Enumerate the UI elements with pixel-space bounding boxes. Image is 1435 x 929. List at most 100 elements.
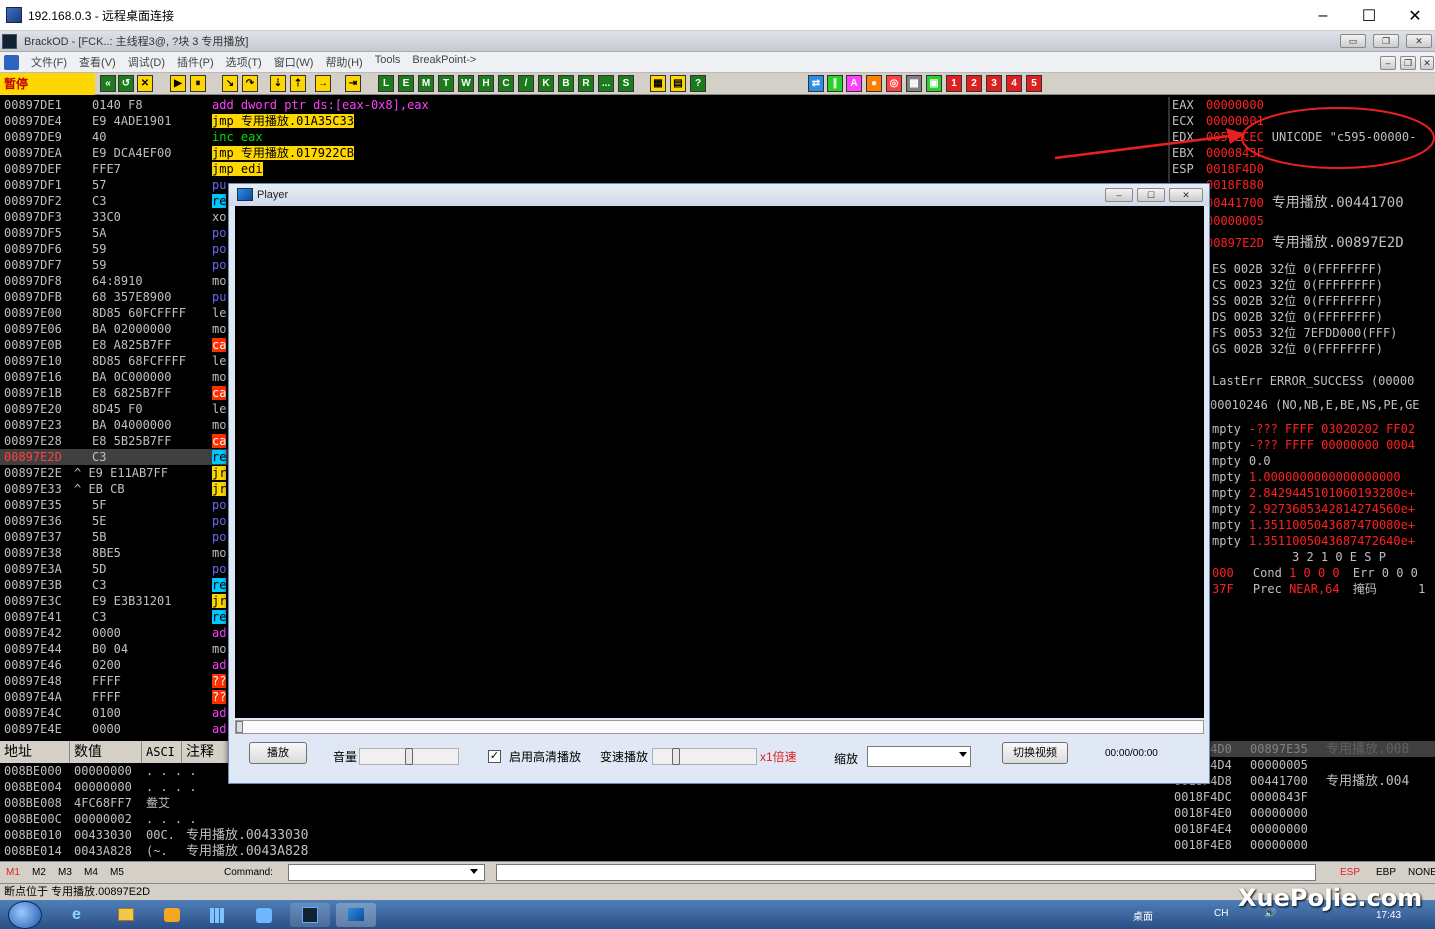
disasm-row-address[interactable]: 00897E2E: [0, 465, 70, 481]
speed-thumb[interactable]: [672, 748, 681, 765]
dump-row[interactable]: 008BE00C 00000002 . . . .: [0, 811, 230, 827]
close-button[interactable]: ✕: [1392, 0, 1435, 31]
media-player-icon[interactable]: [152, 903, 192, 927]
maximize-button[interactable]: ☐: [1346, 0, 1392, 31]
disasm-row-instruction[interactable]: inc eax: [208, 129, 1168, 145]
mdi-minimize-button[interactable]: –: [1380, 56, 1396, 70]
dump-header-ascii[interactable]: ASCI: [142, 741, 182, 763]
player-minimize-button[interactable]: –: [1105, 188, 1133, 202]
menu-item[interactable]: 文件(F): [31, 54, 67, 70]
memory-m2-button[interactable]: M2: [32, 867, 46, 878]
window-k-icon[interactable]: K: [538, 75, 554, 92]
register-value[interactable]: 0018F880: [1206, 178, 1264, 192]
memory-m1-button[interactable]: M1: [6, 867, 20, 878]
window-s-icon[interactable]: S: [618, 75, 634, 92]
plugin-record-icon[interactable]: ●: [866, 75, 882, 92]
disasm-row-hex[interactable]: C3: [70, 193, 208, 209]
disasm-row-address[interactable]: 00897DF8: [0, 273, 70, 289]
trace-over-icon[interactable]: ⇡: [290, 75, 306, 92]
disasm-row-instruction[interactable]: jmp edi: [208, 161, 1168, 177]
disasm-row-address[interactable]: 00897DF1: [0, 177, 70, 193]
disasm-row-hex[interactable]: B0 04: [70, 641, 208, 657]
dump-row[interactable]: 008BE010 00433030 00C. 专用播放.00433030: [0, 827, 308, 843]
menu-item[interactable]: 调试(D): [128, 54, 165, 70]
segment-register[interactable]: CS 0023 32位 0(FFFFFFFF): [1210, 277, 1435, 293]
ebp-button[interactable]: EBP: [1376, 867, 1396, 878]
trace-into-icon[interactable]: ⇣: [270, 75, 286, 92]
speed-slider[interactable]: [652, 748, 757, 765]
step-into-icon[interactable]: ↘: [222, 75, 238, 92]
lang-indicator[interactable]: CH: [1214, 908, 1228, 919]
plugin-pause-icon[interactable]: ∥: [827, 75, 843, 92]
disasm-row-hex[interactable]: E8 5B25B7FF: [70, 433, 208, 449]
command-input[interactable]: [288, 864, 485, 881]
disasm-row-address[interactable]: 00897E06: [0, 321, 70, 337]
dump-header-address[interactable]: 地址: [0, 741, 70, 763]
register-value[interactable]: 00441700: [1206, 196, 1264, 210]
plugin-target-icon[interactable]: ◎: [886, 75, 902, 92]
disasm-row-address[interactable]: 00897DF6: [0, 241, 70, 257]
volume-slider[interactable]: [359, 748, 459, 765]
plugin-4-icon[interactable]: 4: [1006, 75, 1022, 92]
dump-row[interactable]: 008BE008 4FC68FF7 鲞艾: [0, 795, 230, 811]
disasm-row-hex[interactable]: 59: [70, 257, 208, 273]
disasm-row-hex[interactable]: 68 357E8900: [70, 289, 208, 305]
plugin-5-icon[interactable]: 5: [1026, 75, 1042, 92]
disasm-row-hex[interactable]: E8 A825B7FF: [70, 337, 208, 353]
goto-icon[interactable]: ⇥: [345, 75, 361, 92]
menu-item[interactable]: 帮助(H): [325, 54, 362, 70]
close-debuggee-icon[interactable]: ✕: [137, 75, 153, 92]
player-close-button[interactable]: ✕: [1169, 188, 1203, 202]
zoom-select[interactable]: [867, 746, 971, 767]
od-minimize-button[interactable]: ▭: [1340, 34, 1366, 48]
window-b-icon[interactable]: B: [558, 75, 574, 92]
window-m-icon[interactable]: M: [418, 75, 434, 92]
player-maximize-button[interactable]: ☐: [1137, 188, 1165, 202]
mdi-restore-button[interactable]: ❐: [1400, 56, 1416, 70]
disasm-row-address[interactable]: 00897E42: [0, 625, 70, 641]
disasm-row-hex[interactable]: 57: [70, 177, 208, 193]
disasm-row-address[interactable]: 00897DE9: [0, 129, 70, 145]
window-w-icon[interactable]: W: [458, 75, 474, 92]
disasm-row-address[interactable]: 00897DEA: [0, 145, 70, 161]
debugger-task-icon[interactable]: [290, 903, 330, 927]
disasm-row-hex[interactable]: 5B: [70, 529, 208, 545]
disasm-row-hex[interactable]: E9 4ADE1901: [70, 113, 208, 129]
disasm-row-hex[interactable]: 8BE5: [70, 545, 208, 561]
disasm-row-hex[interactable]: E9 E3B31201: [70, 593, 208, 609]
disasm-row-address[interactable]: 00897E3B: [0, 577, 70, 593]
disasm-row-address[interactable]: 00897E16: [0, 369, 70, 385]
player-task-icon[interactable]: [336, 903, 376, 927]
menu-item[interactable]: 窗口(W): [274, 54, 314, 70]
segment-register[interactable]: GS 002B 32位 0(FFFFFFFF): [1210, 341, 1435, 357]
memory-m4-button[interactable]: M4: [84, 867, 98, 878]
menu-item[interactable]: 查看(V): [79, 54, 116, 70]
disasm-row-hex[interactable]: FFE7: [70, 161, 208, 177]
esp-button[interactable]: ESP: [1340, 867, 1360, 878]
mdi-close-button[interactable]: ✕: [1420, 56, 1434, 70]
disasm-row-address[interactable]: 00897E41: [0, 609, 70, 625]
disasm-row-address[interactable]: 00897DE1: [0, 97, 70, 113]
window-l-icon[interactable]: L: [378, 75, 394, 92]
disasm-row-hex[interactable]: 0000: [70, 721, 208, 737]
app-grid-icon[interactable]: [198, 903, 238, 927]
disasm-row-address[interactable]: 00897E00: [0, 305, 70, 321]
dump-header-value[interactable]: 数值: [70, 741, 142, 763]
disasm-row-hex[interactable]: 0100: [70, 705, 208, 721]
appearance-icon[interactable]: ▤: [670, 75, 686, 92]
help-icon[interactable]: ?: [690, 75, 706, 92]
disasm-row-hex[interactable]: 0200: [70, 657, 208, 673]
app-menu-icon[interactable]: [4, 54, 19, 70]
disasm-row-hex[interactable]: 5A: [70, 225, 208, 241]
disasm-row-address[interactable]: 00897E36: [0, 513, 70, 529]
window-h-icon[interactable]: H: [478, 75, 494, 92]
disasm-row-address[interactable]: 00897E4A: [0, 689, 70, 705]
disasm-row-instruction[interactable]: jmp 专用播放.01A35C33: [208, 113, 1168, 129]
disasm-row-address[interactable]: 00897E4E: [0, 721, 70, 737]
disasm-row-hex[interactable]: 33C0: [70, 209, 208, 225]
disasm-row-address[interactable]: 00897E33: [0, 481, 70, 497]
command-dropdown-icon[interactable]: [470, 869, 478, 874]
disasm-row-address[interactable]: 00897E20: [0, 401, 70, 417]
segment-register[interactable]: SS 002B 32位 0(FFFFFFFF): [1210, 293, 1435, 309]
hq-checkbox[interactable]: ✓: [488, 750, 501, 763]
